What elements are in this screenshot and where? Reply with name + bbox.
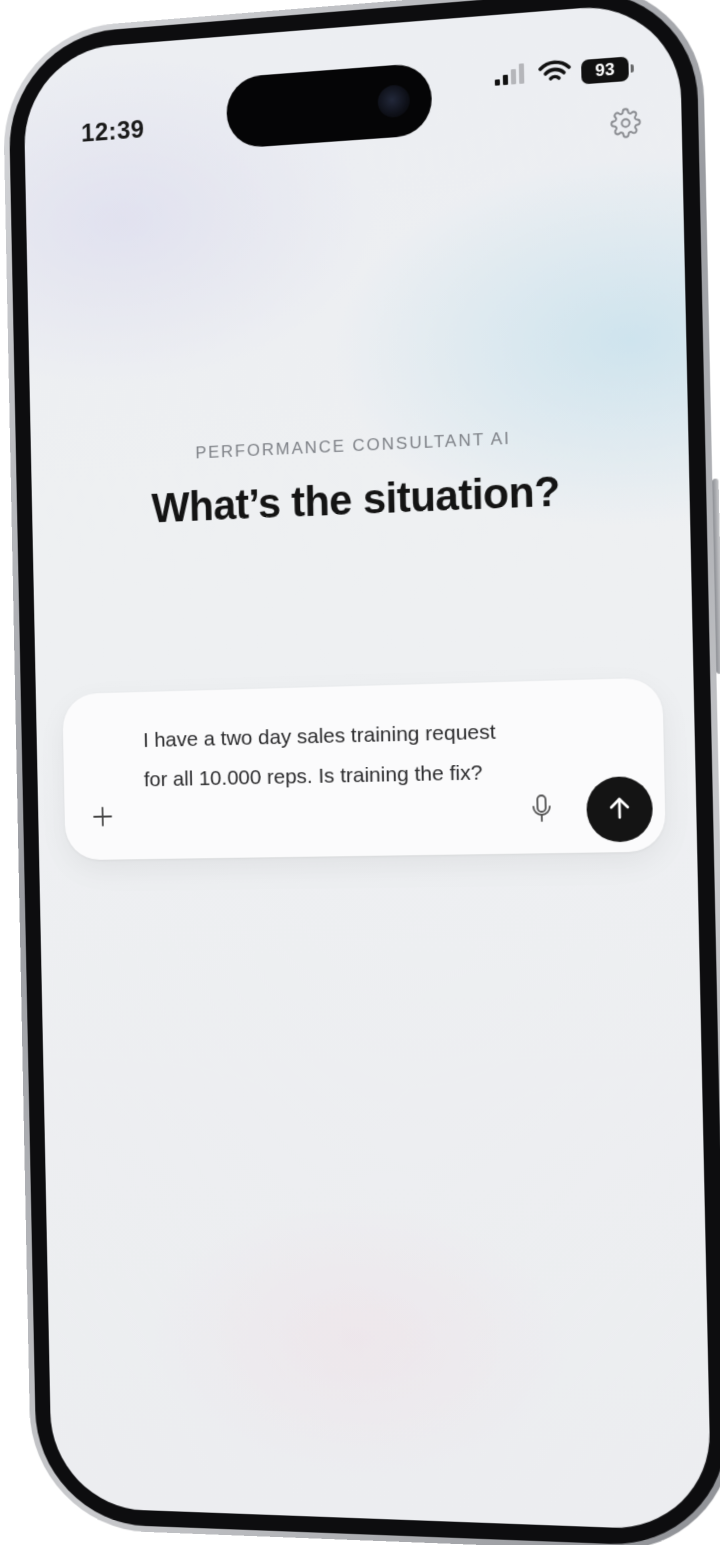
app-screen: 12:39 93 PERFORMANCE CONSULTANT AI What’… xyxy=(22,0,712,1532)
status-icons: 93 xyxy=(493,53,629,92)
page-title: What’s the situation? xyxy=(151,467,561,532)
microphone-icon xyxy=(530,793,553,829)
phone-device: 12:39 93 PERFORMANCE CONSULTANT AI What’… xyxy=(1,0,720,1545)
settings-button[interactable] xyxy=(607,105,645,144)
wifi-icon xyxy=(538,58,571,90)
status-time: 12:39 xyxy=(80,115,145,148)
battery-icon: 93 xyxy=(581,55,629,84)
arrow-up-icon xyxy=(606,794,633,824)
battery-level: 93 xyxy=(594,59,615,80)
gear-icon xyxy=(610,106,642,144)
plus-icon xyxy=(92,805,113,832)
app-eyebrow-label: PERFORMANCE CONSULTANT AI xyxy=(195,428,512,463)
prompt-input[interactable]: I have a two day sales training request … xyxy=(143,712,509,800)
prompt-composer: I have a two day sales training request … xyxy=(62,677,666,861)
front-camera xyxy=(377,84,411,119)
dynamic-island xyxy=(225,62,433,150)
cellular-signal-icon xyxy=(493,62,528,92)
mockup-stage: 12:39 93 PERFORMANCE CONSULTANT AI What’… xyxy=(0,0,720,1545)
add-attachment-button[interactable] xyxy=(87,803,118,835)
voice-input-button[interactable] xyxy=(525,792,558,829)
send-button[interactable] xyxy=(585,776,654,843)
